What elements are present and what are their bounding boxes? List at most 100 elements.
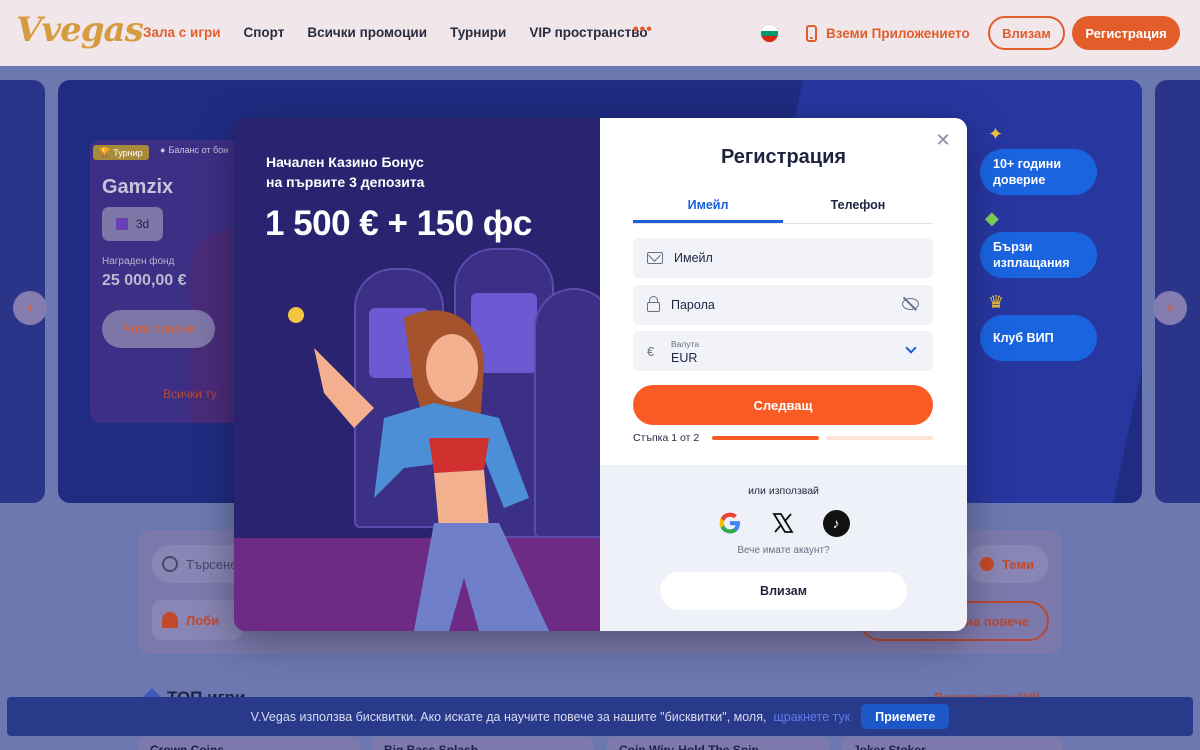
home-icon <box>162 612 178 628</box>
lock-icon <box>647 296 660 312</box>
password-placeholder: Парола <box>671 298 715 312</box>
get-app-link[interactable]: Вземи Приложението <box>806 25 970 42</box>
chevron-left-icon: ‹ <box>27 299 33 316</box>
coin-icon: ● <box>160 145 166 155</box>
bonus-promo-panel: Начален Казино Бонус на първите 3 депози… <box>234 118 600 631</box>
promo-amount: 1 500 € + 150 фс <box>265 204 532 243</box>
accept-cookies-button[interactable]: Приемете <box>861 704 950 729</box>
timer-value: 3d <box>135 217 150 231</box>
game-tile[interactable]: Coin Win: Hold The Spin <box>607 737 829 750</box>
email-placeholder: Имейл <box>674 251 713 265</box>
flag-stripe-red <box>761 36 778 42</box>
lobby-tab[interactable]: Лоби <box>152 600 242 640</box>
chevron-right-icon: › <box>1167 299 1173 316</box>
step-progress-done <box>712 436 819 440</box>
google-icon <box>719 512 740 534</box>
torso-graphic <box>434 470 489 528</box>
tab-phone[interactable]: Телефон <box>783 196 933 223</box>
x-icon <box>772 513 794 533</box>
carousel-next-button[interactable]: › <box>1153 291 1187 325</box>
euro-icon: € <box>647 343 655 359</box>
prize-label: Награден фонд <box>102 256 175 267</box>
balance-badge: ● Баланс от бон <box>160 145 228 155</box>
trophy-icon: 🏆 <box>99 147 111 157</box>
search-icon <box>162 556 178 572</box>
header-register-button[interactable]: Регистрация <box>1072 16 1180 50</box>
promo-subtitle-line1: Начален Казино Бонус <box>266 154 424 170</box>
confetti-icon: ✦ <box>988 124 1004 144</box>
search-placeholder: Търсене <box>186 556 238 572</box>
all-tournaments-link[interactable]: Всички ту <box>163 387 217 401</box>
tournament-title: Gamzix <box>102 176 174 198</box>
registration-tabs: Имейл Телефон <box>633 196 933 224</box>
eye-off-icon[interactable] <box>902 298 919 310</box>
game-tile[interactable]: Joker Stoker <box>841 737 1063 750</box>
x-login-button[interactable] <box>769 509 797 537</box>
header-login-button[interactable]: Влизам <box>988 16 1065 50</box>
crown-icon: ♛ <box>988 292 1005 312</box>
game-tile[interactable]: Crown Coins <box>138 737 360 750</box>
tournament-timer: 3d <box>102 207 163 241</box>
mail-icon <box>647 252 663 264</box>
bulgarian-flag-icon[interactable] <box>760 24 779 43</box>
social-login-area: или използвай ♪ Вече имате акаунт? Влиза… <box>600 465 967 631</box>
tournament-badge: 🏆 Турнир <box>93 145 149 160</box>
google-login-button[interactable] <box>716 509 744 537</box>
currency-label: Валута <box>671 339 700 349</box>
cookie-more-link[interactable]: щракнете тук <box>773 710 850 724</box>
nav-sport[interactable]: Спорт <box>244 25 285 40</box>
have-account-label: Вече имате акаунт? <box>737 545 830 556</box>
step-indicator: Стъпка 1 от 2 <box>633 432 700 444</box>
next-button[interactable]: Следващ <box>633 385 933 425</box>
lobby-label: Лоби <box>186 612 220 628</box>
pants-graphic <box>414 523 549 631</box>
modal-login-button[interactable]: Влизам <box>660 572 907 610</box>
cookie-banner: V.Vegas използва бисквитки. Ако искате д… <box>7 697 1193 736</box>
site-header: Vvegas Зала с игри Спорт Всички промоции… <box>0 0 1200 66</box>
arm-graphic <box>294 328 374 428</box>
nav-casino[interactable]: Зала с игри <box>143 25 221 40</box>
or-use-label: или използвай <box>748 485 819 497</box>
nav-tournaments[interactable]: Турнири <box>450 25 506 40</box>
currency-value: EUR <box>671 351 698 365</box>
main-nav: Зала с игри Спорт Всички промоции Турнир… <box>143 25 671 40</box>
tab-email[interactable]: Имейл <box>633 196 783 223</box>
registration-form: ✕ Регистрация Имейл Телефон Имейл Парола… <box>600 118 967 631</box>
balance-badge-label: Баланс от бон <box>168 145 229 155</box>
tournament-badge-label: Турнир <box>113 147 143 158</box>
prize-value: 25 000,00 € <box>102 272 187 289</box>
coin-graphic <box>288 307 304 323</box>
perk-vip-club: Клуб ВИП <box>980 315 1097 361</box>
hero-next-slide <box>1155 80 1200 503</box>
nav-more-icon[interactable]: ••• <box>633 21 653 39</box>
tiktok-login-button[interactable]: ♪ <box>822 509 850 537</box>
cookie-text: V.Vegas използва бисквитки. Ако искате д… <box>250 709 767 724</box>
registration-modal: Начален Казино Бонус на първите 3 депози… <box>234 118 967 631</box>
tiktok-icon: ♪ <box>822 509 850 537</box>
currency-select[interactable]: € Валута EUR <box>633 331 933 371</box>
face-graphic <box>426 334 478 402</box>
carousel-prev-button[interactable]: ‹ <box>13 291 47 325</box>
chevron-down-icon <box>905 342 917 354</box>
perk-fast-payouts: Бързи изплащания <box>980 232 1097 278</box>
tournament-more-button[interactable]: Чети повече <box>102 310 215 348</box>
promo-subtitle: Начален Казино Бонус на първите 3 депози… <box>266 152 424 193</box>
perk-trust: 10+ години доверие <box>980 149 1097 195</box>
vvegas-logo[interactable]: Vvegas <box>16 10 144 50</box>
phone-icon <box>806 25 817 42</box>
themes-button[interactable]: Теми <box>966 545 1048 583</box>
nav-vip[interactable]: VIP пространство <box>529 25 647 40</box>
game-tile[interactable]: Big Bass Splash <box>372 737 594 750</box>
email-field[interactable]: Имейл <box>633 238 933 278</box>
character-illustration <box>288 307 549 631</box>
themes-label: Теми <box>1002 556 1034 572</box>
nav-promotions[interactable]: Всички промоции <box>307 25 427 40</box>
themes-icon <box>980 557 995 571</box>
promo-subtitle-line2: на първите 3 депозита <box>266 174 425 191</box>
password-field[interactable]: Парола <box>633 285 933 325</box>
modal-title: Регистрация <box>720 146 847 168</box>
cube-icon <box>115 218 128 230</box>
money-icon: ◆ <box>985 208 999 228</box>
get-app-label: Вземи Приложението <box>826 26 970 41</box>
step-progress-remaining <box>826 436 933 440</box>
